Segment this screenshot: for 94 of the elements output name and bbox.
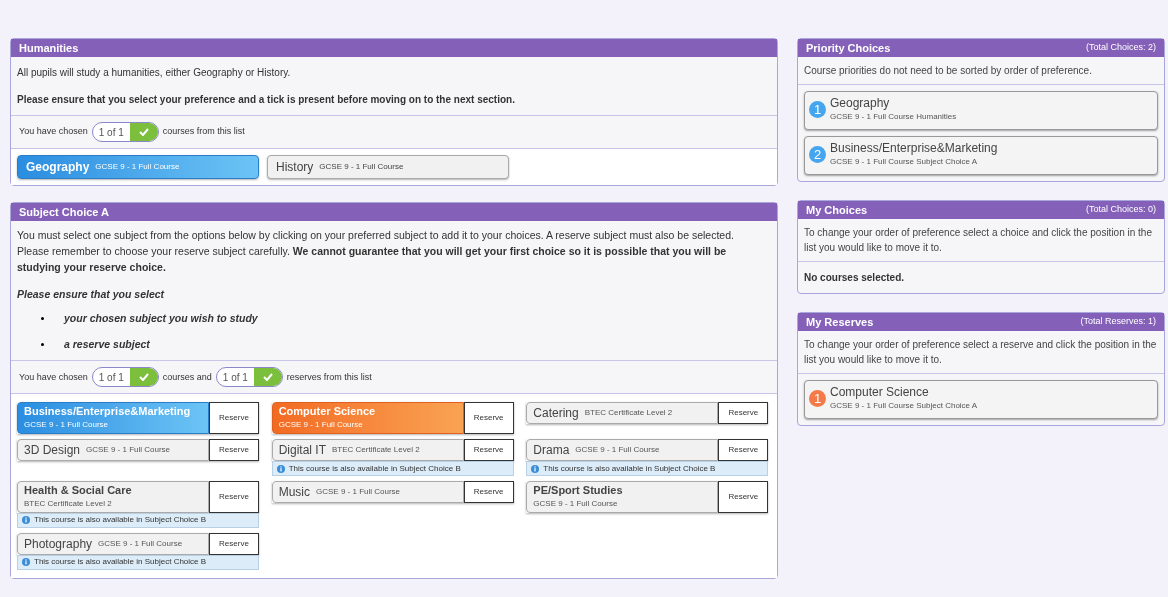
empty-message: No courses selected. [803, 271, 906, 285]
course-detail: BTEC Certificate Level 2 [332, 444, 420, 456]
priority-item[interactable]: 1 Geography GCSE 9 - 1 Full Course Humanities [804, 91, 1158, 130]
ensure-text: Please ensure that you select [17, 287, 166, 302]
panel-description: Course priorities do not need to be sorted by order of preference. [798, 57, 1164, 85]
counter-label: You have chosen [19, 370, 88, 384]
bullet-icon [41, 342, 44, 346]
course-detail: BTEC Certificate Level 2 [24, 497, 113, 510]
course-detail: GCSE 9 - 1 Full Course [98, 537, 183, 550]
counter-label: courses from this list [162, 125, 245, 139]
reserve-button[interactable]: Reserve [718, 439, 769, 461]
count-pill: 1 of 1 [91, 122, 159, 142]
count-pill: 1 of 1 [91, 367, 159, 388]
instruction-text: Please ensure that you select your preference and a tick is present before moving on to the next section. [17, 93, 516, 107]
course-option[interactable]: 3D Design GCSE 9 - 1 Full Course [17, 439, 209, 461]
course-name: Health & Social Care [24, 484, 133, 498]
course-detail: GCSE 9 - 1 Full Course Subject Choice A [830, 156, 979, 168]
course-option[interactable]: Drama GCSE 9 - 1 Full Course [526, 439, 719, 461]
course-name: Business/Enterprise&Marketing [24, 405, 192, 419]
counter-label: You have chosen [19, 125, 88, 139]
priority-number: 1 [809, 390, 826, 407]
course-detail: GCSE 9 - 1 Full Course [316, 486, 401, 498]
course-name: Catering [533, 405, 579, 423]
instruction-text: All pupils will study a humanities, either Geography or History. [17, 66, 292, 80]
panel-description: To change your order of preference select a choice and click the position in the list you would like to move it to. [798, 219, 1164, 262]
course-detail: GCSE 9 - 1 Full Course [575, 444, 660, 456]
course-option[interactable]: History GCSE 9 - 1 Full Course [267, 155, 509, 179]
course-option[interactable]: Health & Social Care BTEC Certificate Level 2 [17, 481, 209, 513]
course-name: Digital IT [278, 442, 326, 459]
panel-title: Subject Choice A [19, 204, 110, 220]
priority-item[interactable]: 1 Computer Science GCSE 9 - 1 Full Course Subject Choice A [804, 380, 1158, 419]
course-name: 3D Design [24, 442, 81, 459]
total-count: (Total Choices: 2) [1085, 41, 1156, 55]
course-option[interactable]: Catering BTEC Certificate Level 2 [526, 402, 719, 425]
course-name: Computer Science [830, 385, 930, 400]
count-pill: 1 of 1 [215, 367, 283, 388]
priority-number: 1 [809, 101, 826, 118]
total-count: (Total Choices: 0) [1085, 203, 1156, 217]
info-icon [276, 464, 285, 473]
course-detail: BTEC Certificate Level 2 [584, 407, 673, 420]
course-name: History [276, 159, 314, 176]
panel-title: My Reserves [806, 314, 874, 330]
course-name: Geography [26, 159, 90, 176]
info-icon [22, 558, 30, 567]
panel-title: Humanities [19, 40, 79, 56]
course-detail: GCSE 9 - 1 Full Course Humanities [830, 111, 957, 123]
course-detail: GCSE 9 - 1 Full Course [24, 419, 110, 431]
course-name: Music [278, 484, 310, 501]
reserve-button[interactable]: Reserve [463, 481, 514, 503]
course-name: Computer Science [278, 405, 377, 419]
course-option[interactable]: Digital IT BTEC Certificate Level 2 [271, 439, 464, 461]
info-icon [22, 516, 30, 525]
course-detail: GCSE 9 - 1 Full Course [319, 161, 404, 173]
instruction-paragraph: You must select one subject from the options below by clicking on your preferred subject to add it to your choices. A reserve subject must also be selected. Please remember to choose your reserve subject carefully. We cannot guarantee that you will get your first choice so it is possible that you will be studying your reserve choice. [17, 228, 735, 275]
note-text: This course is also available in Subject Choice B [34, 556, 207, 569]
panel-description: To change your order of preference select a reserve and click the position in the list you would like to move it to. [798, 331, 1164, 374]
reserve-button[interactable]: Reserve [209, 439, 259, 461]
reserve-button[interactable]: Reserve [463, 439, 514, 461]
course-detail: GCSE 9 - 1 Full Course [278, 419, 364, 431]
course-option[interactable]: PE/Sport Studies GCSE 9 - 1 Full Course [526, 481, 719, 513]
tick-icon [129, 368, 158, 387]
counter-label: courses and [162, 370, 212, 384]
course-name: Drama [533, 442, 570, 459]
bullet-icon [41, 317, 44, 321]
total-count: (Total Reserves: 1) [1080, 315, 1156, 329]
course-name: PE/Sport Studies [533, 484, 624, 498]
reserve-button[interactable]: Reserve [209, 481, 259, 513]
priority-item[interactable]: 2 Business/Enterprise&Marketing GCSE 9 - 1 Full Course Subject Choice A [804, 136, 1158, 175]
reserve-button[interactable]: Reserve [209, 402, 259, 434]
course-detail: GCSE 9 - 1 Full Course [533, 497, 619, 510]
course-detail: GCSE 9 - 1 Full Course [86, 444, 171, 456]
bullet-text: a reserve subject [64, 336, 150, 352]
tick-icon [129, 123, 158, 141]
reserve-button[interactable]: Reserve [718, 481, 769, 513]
course-option[interactable]: Music GCSE 9 - 1 Full Course [271, 481, 464, 503]
panel-title: Priority Choices [806, 40, 891, 56]
info-icon [531, 464, 540, 473]
course-name: Business/Enterprise&Marketing [830, 141, 998, 156]
course-detail: GCSE 9 - 1 Full Course Subject Choice A [830, 400, 978, 412]
reserve-button[interactable]: Reserve [209, 532, 259, 555]
reserve-button[interactable]: Reserve [463, 402, 514, 434]
priority-number: 2 [809, 146, 826, 163]
reserve-button[interactable]: Reserve [718, 402, 769, 425]
tick-icon [253, 368, 282, 387]
note-text: This course is also available in Subject Choice B [543, 462, 716, 475]
course-name: Photography [24, 535, 93, 553]
course-option[interactable]: Photography GCSE 9 - 1 Full Course [17, 532, 209, 555]
panel-title: My Choices [806, 202, 868, 218]
course-detail: GCSE 9 - 1 Full Course [95, 161, 180, 173]
note-text: This course is also available in Subject Choice B [288, 462, 461, 475]
course-name: Geography [830, 96, 891, 111]
bullet-text: your chosen subject you wish to study [64, 310, 258, 326]
counter-label: reserves from this list [286, 370, 372, 384]
note-text: This course is also available in Subject Choice B [34, 514, 207, 527]
